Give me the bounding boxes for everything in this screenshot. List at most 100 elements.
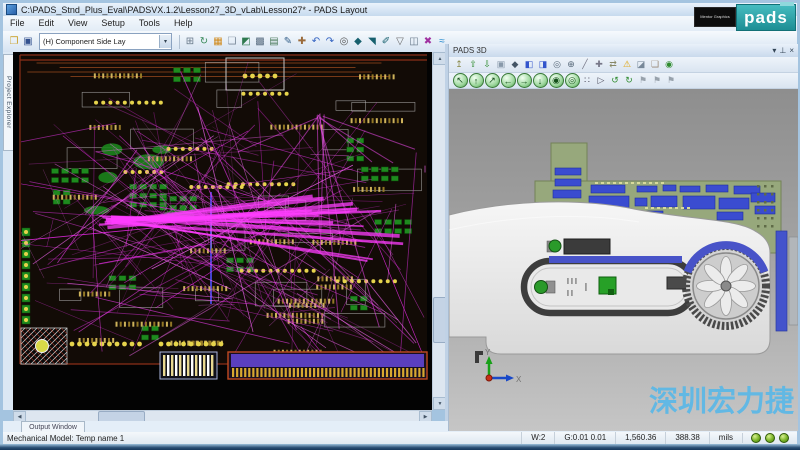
panel-close-icon[interactable]: × <box>789 44 794 57</box>
view-orient-right-icon[interactable]: → <box>517 73 532 88</box>
pcb-3d-scene[interactable]: Y X 深圳宏力捷 <box>449 89 798 431</box>
undo-icon[interactable]: ↶ <box>310 34 323 49</box>
zoom-fit-icon[interactable]: ⊕ <box>565 58 578 71</box>
pads-logo: Mentor Graphics pads <box>694 2 796 30</box>
status-line-width: W:2 <box>521 432 554 444</box>
view-orient-nw-icon[interactable]: ↖ <box>453 73 468 88</box>
board-3d-icon[interactable]: ◆ <box>509 58 522 71</box>
pcb-2d-canvas[interactable] <box>13 52 432 410</box>
zoom-icon[interactable]: ◎ <box>338 34 351 49</box>
menu-file[interactable]: File <box>3 16 32 31</box>
left-dock-strip: Project Explorer <box>3 52 13 410</box>
edit-plane-icon[interactable]: ◪ <box>635 58 648 71</box>
world-view-icon[interactable]: ◉ <box>663 58 676 71</box>
status-y-coordinate: 388.38 <box>665 432 708 444</box>
delete-net-icon[interactable]: ✖ <box>422 34 435 49</box>
status-light-1[interactable] <box>751 433 761 443</box>
flag-c-icon[interactable]: ⚑ <box>665 74 678 87</box>
export-model-b-icon[interactable]: ◨ <box>537 58 550 71</box>
board-view-icon[interactable]: ◩ <box>240 34 253 49</box>
redo-icon[interactable]: ↷ <box>324 34 337 49</box>
axis-y-label: Y <box>485 348 491 357</box>
pads-logo-text: pads <box>736 4 796 31</box>
rotate-ccw-icon[interactable]: ↺ <box>609 74 622 87</box>
view-orient-left-icon[interactable]: ← <box>501 73 516 88</box>
view-orient-bottom-icon[interactable]: ↓ <box>533 73 548 88</box>
panel-collapse-icon[interactable]: ▾ <box>772 44 776 57</box>
flag-b-icon[interactable]: ⚑ <box>651 74 664 87</box>
board-edge-3d <box>776 231 787 331</box>
status-lights <box>742 433 797 443</box>
sheet-icon[interactable]: ❏ <box>226 34 239 49</box>
chevron-down-icon[interactable]: ▾ <box>159 35 171 48</box>
move-icon[interactable]: ✚ <box>296 34 309 49</box>
view-orient-back-icon[interactable]: ◎ <box>565 73 580 88</box>
photo-view-icon[interactable]: ▤ <box>268 34 281 49</box>
drc-warning-icon[interactable]: ⚠ <box>621 58 634 71</box>
rotate-cw-icon[interactable]: ↻ <box>623 74 636 87</box>
push-to-2d-icon[interactable]: ⇧ <box>467 58 480 71</box>
mentor-graphics-logo: Mentor Graphics <box>694 7 736 27</box>
status-units: mils <box>709 432 742 444</box>
display-colors-icon[interactable]: ▦ <box>212 34 225 49</box>
status-model: Mechanical Model: Temp name 1 <box>3 434 124 443</box>
filter-gates-icon[interactable]: ◆ <box>352 34 365 49</box>
watermark: 深圳宏力捷 <box>649 384 794 418</box>
app-icon <box>6 4 17 15</box>
refresh-view-icon[interactable]: ↻ <box>198 34 211 49</box>
axis-x-label: X <box>516 375 522 384</box>
draw-line-icon[interactable]: ✎ <box>282 34 295 49</box>
menu-help[interactable]: Help <box>167 16 200 31</box>
vertical-scrollbar[interactable]: ▲ ▼ <box>432 52 446 410</box>
export-model-a-icon[interactable]: ◧ <box>523 58 536 71</box>
pads-3d-toolbar: ↥⇧⇩▣◆◧◨◎⊕╱✚⇄⚠◪❏◉ <box>449 57 798 73</box>
pads-logo-tab <box>780 2 794 6</box>
snapshot-icon[interactable]: ▣ <box>495 58 508 71</box>
toolbar-separator <box>179 35 180 49</box>
view-orient-top-icon[interactable]: ↑ <box>469 73 484 88</box>
view-orient-front-icon[interactable]: ◉ <box>549 73 564 88</box>
status-bar: Mechanical Model: Temp name 1 W:2 G:0.01… <box>3 432 797 444</box>
window-bottom-edge <box>0 444 800 450</box>
menu-bar: File Edit View Setup Tools Help <box>3 16 797 32</box>
status-x-coordinate: 1,560.36 <box>615 432 665 444</box>
menu-view[interactable]: View <box>61 16 94 31</box>
menu-setup[interactable]: Setup <box>94 16 132 31</box>
app-window: C:\PADS_Stnd_Plus_Eval\PADSVX.1.2\Lesson… <box>0 0 800 450</box>
pads-3d-view-toolbar: ↖↑↗←→↓◉◎∷▷↺↻⚑⚑⚑ <box>449 73 798 89</box>
layer-selector[interactable]: (H) Component Side Lay ▾ <box>39 33 172 50</box>
measure-point-icon[interactable]: ✚ <box>593 58 606 71</box>
paint-icon[interactable]: ✐ <box>380 34 393 49</box>
bracket-tab-3d <box>789 237 798 325</box>
component-3d <box>547 239 610 254</box>
pads-3d-title: PADS 3D <box>453 46 487 55</box>
align-icon[interactable]: ⇄ <box>607 58 620 71</box>
new-window-icon[interactable]: ⊞ <box>184 34 197 49</box>
title-bar: C:\PADS_Stnd_Plus_Eval\PADSVX.1.2\Lesson… <box>3 3 797 16</box>
grid-icon[interactable]: ▩ <box>254 34 267 49</box>
pull-from-2d-icon[interactable]: ⇩ <box>481 58 494 71</box>
save-icon[interactable]: ▣ <box>22 34 35 49</box>
flag-a-icon[interactable]: ⚑ <box>637 74 650 87</box>
zoom-window-icon[interactable]: ◎ <box>551 58 564 71</box>
select-mode-icon[interactable]: ∷ <box>581 74 594 87</box>
funnel-filter-icon[interactable]: ▽ <box>394 34 407 49</box>
pads-3d-header[interactable]: PADS 3D ▾ ⊥ × <box>449 44 798 57</box>
menu-tools[interactable]: Tools <box>132 16 167 31</box>
send-to-back-icon[interactable]: ↥ <box>453 58 466 71</box>
menu-edit[interactable]: Edit <box>32 16 62 31</box>
copy-view-icon[interactable]: ❏ <box>649 58 662 71</box>
pads-3d-panel: PADS 3D ▾ ⊥ × ↥⇧⇩▣◆◧◨◎⊕╱✚⇄⚠◪❏◉ ↖↑↗←→↓◉◎∷… <box>448 44 798 431</box>
pcb-2d-viewport[interactable] <box>13 52 432 410</box>
pcb-3d-viewport[interactable]: Y X 深圳宏力捷 <box>449 89 798 431</box>
status-light-3[interactable] <box>779 433 789 443</box>
pointer-icon[interactable]: ▷ <box>595 74 608 87</box>
panel-pin-icon[interactable]: ⊥ <box>779 44 786 57</box>
view-orient-ne-icon[interactable]: ↗ <box>485 73 500 88</box>
filter-nets-icon[interactable]: ◥ <box>366 34 379 49</box>
link-sheet-icon[interactable]: ◫ <box>408 34 421 49</box>
open-file-icon[interactable]: ❐ <box>8 34 21 49</box>
measure-line-icon[interactable]: ╱ <box>579 58 592 71</box>
status-grid: G:0.01 0.01 <box>554 432 615 444</box>
status-light-2[interactable] <box>765 433 775 443</box>
